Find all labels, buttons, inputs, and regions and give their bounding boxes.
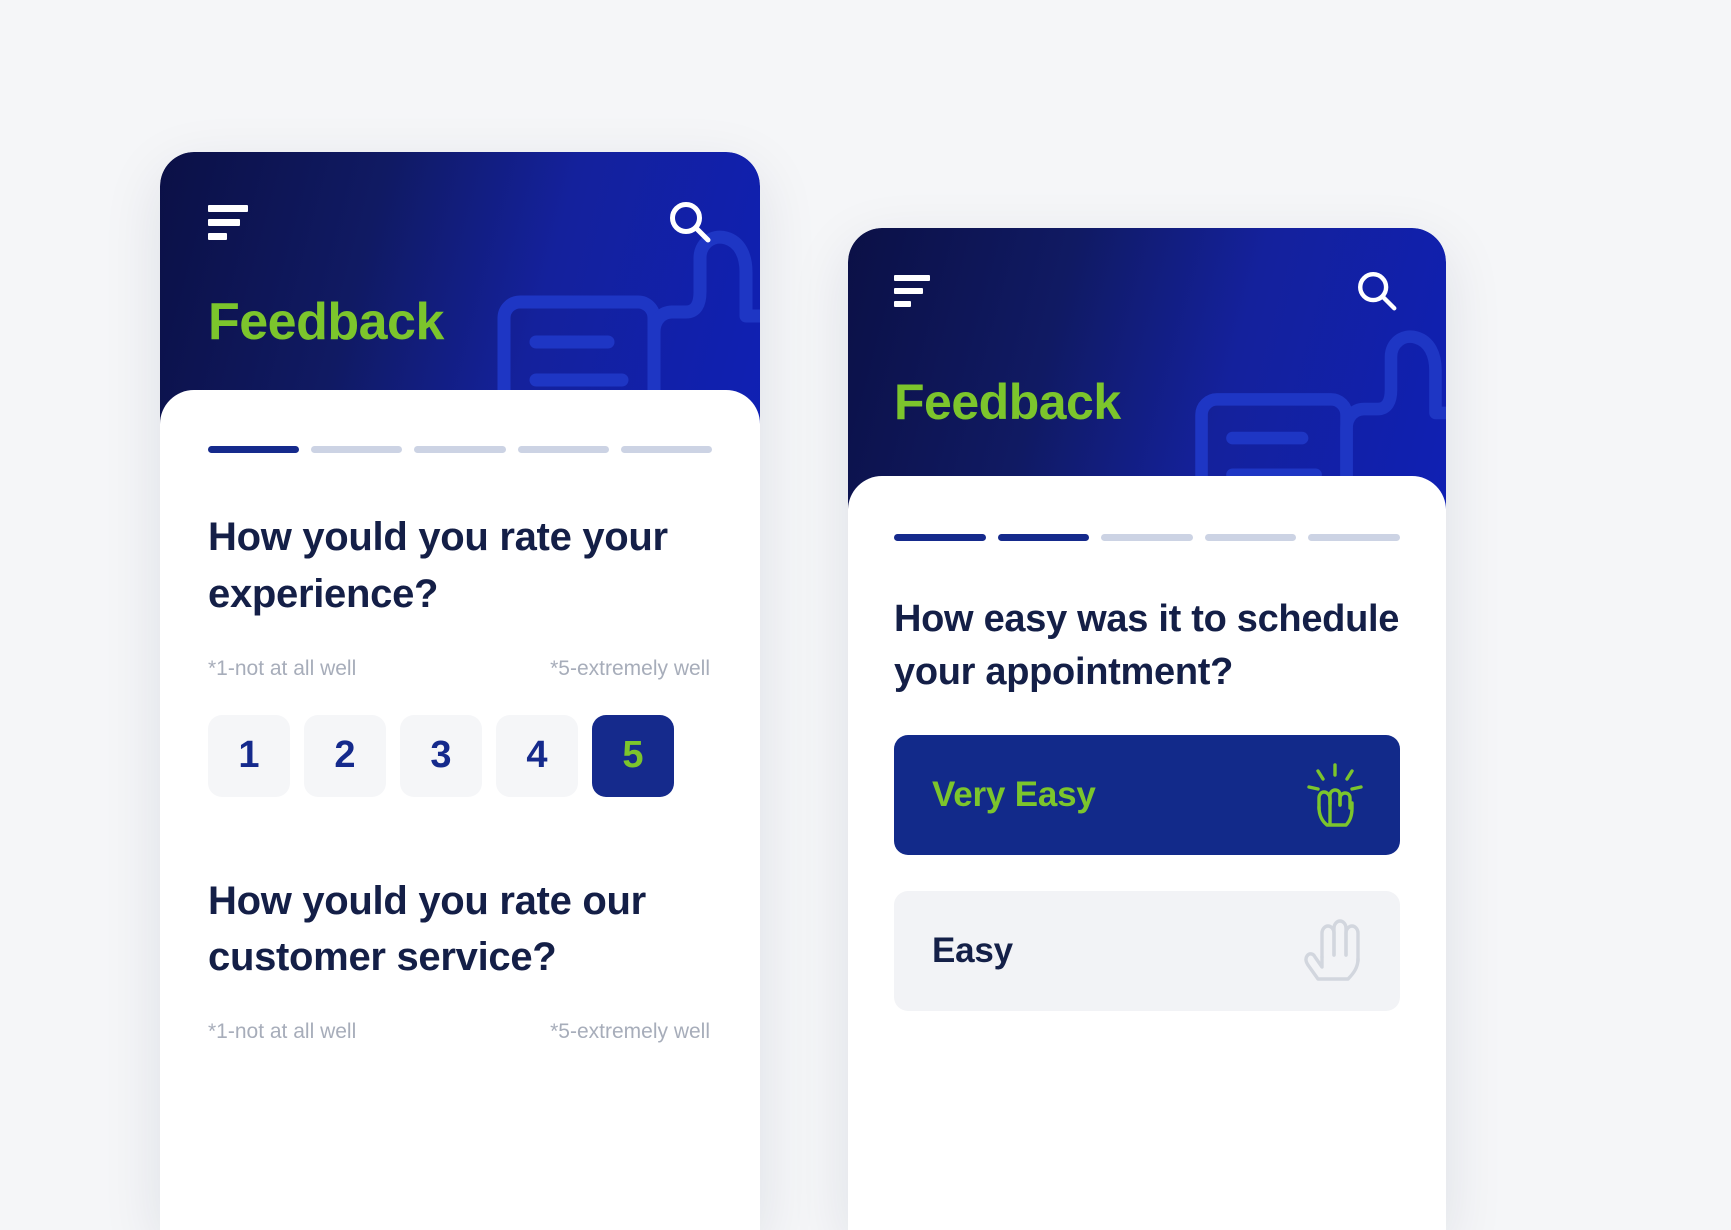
search-icon[interactable] [666, 198, 714, 246]
progress-segment [311, 446, 403, 453]
question-one-scale-labels: *1-not at all well *5-extremely well [208, 657, 712, 681]
scale-low-label: *1-not at all well [208, 1020, 357, 1044]
progress-segment [620, 446, 713, 453]
page-title: Feedback [894, 374, 1121, 430]
rating-option-5[interactable]: 5 [592, 714, 674, 797]
progress-segment [1308, 534, 1400, 541]
question-two-scale-labels: *1-not at all well *5-extremely well [208, 1020, 712, 1044]
search-icon[interactable] [1354, 268, 1400, 314]
hamburger-bar [208, 232, 227, 240]
scale-low-label: *1-not at all well [208, 656, 357, 680]
hamburger-bar [894, 288, 923, 294]
option-label: Easy [932, 931, 1013, 971]
open-hand-icon [1304, 917, 1366, 985]
survey-sheet: How yould you rate your experience? *1-n… [160, 390, 760, 1230]
hamburger-menu-icon[interactable] [208, 204, 248, 240]
scale-high-label: *5-extremely well [550, 1020, 710, 1044]
tap-hand-icon [1304, 761, 1366, 829]
header-toolbar [848, 268, 1446, 314]
option-very-easy[interactable]: Very Easy [894, 735, 1400, 856]
question-two-text: How yould you rate our customer service? [208, 878, 646, 980]
rating-option-3[interactable]: 3 [400, 714, 482, 797]
progress-indicator [208, 390, 713, 453]
option-label: Very Easy [932, 775, 1096, 815]
progress-segment [894, 534, 986, 541]
progress-segment [997, 534, 1090, 541]
rating-option-1[interactable]: 1 [208, 714, 290, 797]
phone-screen-one: Feedback How yould you rate your experie… [160, 152, 760, 1230]
progress-segment [208, 446, 300, 453]
survey-sheet: How easy was it to schedule your appoint… [848, 476, 1446, 1230]
hamburger-bar [894, 301, 911, 307]
hamburger-bar [894, 275, 930, 281]
screenshot-canvas: Feedback How yould you rate your experie… [0, 0, 1731, 1230]
progress-indicator [894, 476, 1400, 541]
hamburger-menu-icon[interactable] [894, 275, 930, 307]
phone-screen-two: Feedback How easy was it to schedule you… [848, 228, 1446, 1230]
progress-segment [1204, 534, 1297, 541]
scale-high-label: *5-extremely well [550, 656, 710, 680]
page-title: Feedback [208, 293, 444, 351]
question-text: How easy was it to schedule your appoint… [894, 598, 1400, 694]
hamburger-bar [208, 218, 240, 226]
hamburger-bar [208, 204, 248, 212]
progress-segment [1101, 534, 1193, 541]
option-easy[interactable]: Easy [894, 891, 1400, 1012]
header-toolbar [160, 198, 760, 246]
progress-segment [414, 446, 506, 453]
rating-option-2[interactable]: 2 [304, 714, 386, 797]
rating-option-4[interactable]: 4 [496, 714, 578, 797]
progress-segment [517, 446, 609, 453]
question-one-rating-group: 1 2 3 4 5 [208, 714, 712, 797]
question-one-text: How yould you rate your experience? [208, 515, 668, 616]
